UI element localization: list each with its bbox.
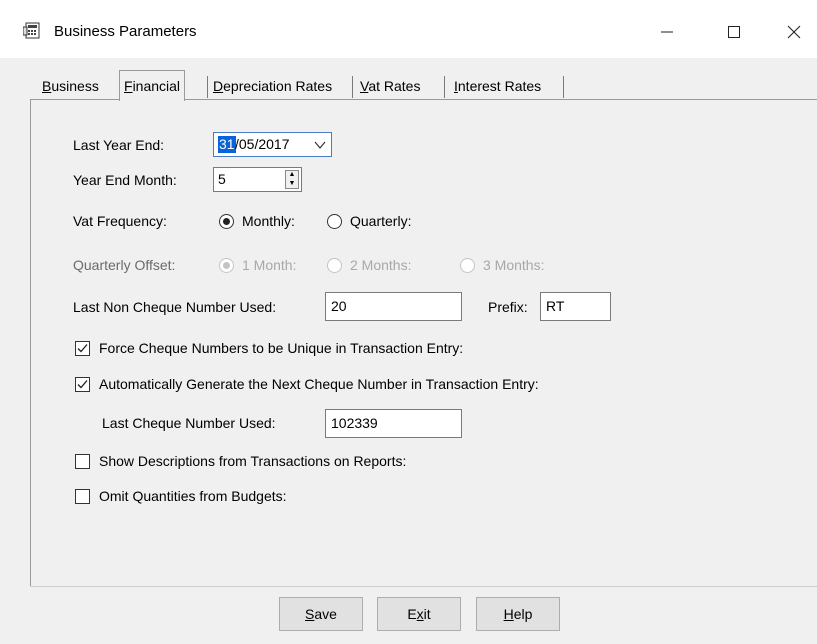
- quarterly-offset-label: Quarterly Offset:: [73, 257, 176, 273]
- year-end-month-value[interactable]: 5: [218, 171, 226, 188]
- last-non-cheque-label: Last Non Cheque Number Used:: [73, 299, 277, 315]
- stepper-down-icon[interactable]: ▼: [286, 180, 298, 188]
- tab-interest-rates[interactable]: Interest Rates: [450, 72, 545, 100]
- maximize-icon: [728, 26, 740, 39]
- last-year-end-datepicker[interactable]: 31 /05/2017: [213, 132, 332, 157]
- omit-quantities-label[interactable]: Omit Quantities from Budgets:: [99, 488, 287, 504]
- save-button[interactable]: Save: [279, 597, 363, 631]
- tab-divider: [352, 76, 353, 98]
- last-year-end-label: Last Year End:: [73, 137, 165, 153]
- maximize-button[interactable]: [711, 8, 757, 54]
- force-unique-label[interactable]: Force Cheque Numbers to be Unique in Tra…: [99, 340, 463, 356]
- tab-strip: Business Financial Depreciation Rates Va…: [30, 70, 790, 102]
- last-cheque-value[interactable]: 102339: [331, 415, 378, 432]
- show-descriptions-checkbox[interactable]: [75, 454, 90, 469]
- stepper-buttons[interactable]: ▲ ▼: [285, 170, 299, 189]
- prefix-label: Prefix:: [488, 299, 528, 315]
- last-cheque-label: Last Cheque Number Used:: [102, 415, 276, 431]
- exit-button[interactable]: Exit: [377, 597, 461, 631]
- app-icon: [22, 21, 41, 39]
- tab-depreciation-rates[interactable]: Depreciation Rates: [209, 72, 336, 100]
- last-cheque-input[interactable]: 102339: [325, 409, 462, 438]
- auto-generate-checkbox[interactable]: [75, 377, 90, 392]
- prefix-value[interactable]: RT: [546, 298, 564, 315]
- help-button[interactable]: Help: [476, 597, 560, 631]
- vat-quarterly-radio[interactable]: [327, 214, 342, 229]
- close-button[interactable]: [771, 8, 817, 54]
- checkmark-icon: [77, 344, 88, 353]
- close-icon: [787, 25, 801, 39]
- tab-vat-rates[interactable]: Vat Rates: [356, 72, 424, 100]
- minimize-icon: [661, 31, 673, 33]
- offset-1-month-radio[interactable]: [219, 258, 234, 273]
- title-bar[interactable]: Business Parameters: [0, 0, 817, 58]
- tab-divider: [444, 76, 445, 98]
- tab-divider: [563, 76, 564, 98]
- omit-quantities-checkbox[interactable]: [75, 489, 90, 504]
- vat-quarterly-label[interactable]: Quarterly:: [350, 213, 411, 229]
- vat-monthly-label[interactable]: Monthly:: [242, 213, 295, 229]
- vat-frequency-label: Vat Frequency:: [73, 213, 167, 229]
- auto-generate-label[interactable]: Automatically Generate the Next Cheque N…: [99, 376, 539, 392]
- tab-divider: [207, 76, 208, 98]
- tab-financial[interactable]: Financial: [119, 70, 186, 101]
- date-day-segment[interactable]: 31: [218, 136, 236, 153]
- offset-2-months-radio[interactable]: [327, 258, 342, 273]
- offset-2-months-label[interactable]: 2 Months:: [350, 257, 411, 273]
- footer-divider: [30, 586, 817, 587]
- checkmark-icon: [77, 380, 88, 389]
- offset-3-months-radio[interactable]: [460, 258, 475, 273]
- vat-monthly-radio[interactable]: [219, 214, 234, 229]
- minimize-button[interactable]: [644, 8, 690, 54]
- business-parameters-window: Business Parameters Business Financial D…: [0, 0, 817, 644]
- last-non-cheque-value[interactable]: 20: [331, 298, 347, 315]
- force-unique-checkbox[interactable]: [75, 341, 90, 356]
- stepper-up-icon[interactable]: ▲: [286, 171, 298, 179]
- chevron-down-icon[interactable]: [313, 138, 327, 152]
- prefix-input[interactable]: RT: [540, 292, 611, 321]
- show-descriptions-label[interactable]: Show Descriptions from Transactions on R…: [99, 453, 406, 469]
- offset-3-months-label[interactable]: 3 Months:: [483, 257, 544, 273]
- year-end-month-stepper[interactable]: 5 ▲ ▼: [213, 167, 302, 192]
- year-end-month-label: Year End Month:: [73, 172, 177, 188]
- date-rest-segment[interactable]: /05/2017: [235, 136, 290, 153]
- last-non-cheque-input[interactable]: 20: [325, 292, 462, 321]
- offset-1-month-label[interactable]: 1 Month:: [242, 257, 296, 273]
- tab-business[interactable]: Business: [38, 72, 103, 100]
- window-title: Business Parameters: [54, 23, 197, 40]
